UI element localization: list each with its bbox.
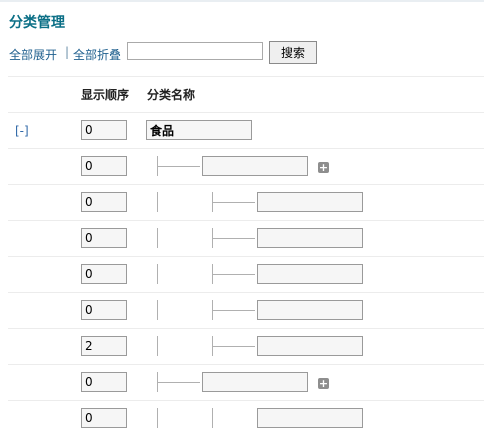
plus-icon[interactable]: + [318,162,329,173]
category-name-input[interactable] [257,336,363,356]
collapse-toggle[interactable]: [-] [15,124,29,138]
divider [8,256,484,257]
tree-connector [158,382,200,383]
tree-connector [213,310,255,311]
category-name-input[interactable] [202,372,308,392]
category-name-input[interactable] [257,264,363,284]
order-input[interactable] [81,300,127,320]
order-input[interactable] [81,264,127,284]
tree-connector [157,300,158,320]
tree-connector [157,192,158,212]
order-input[interactable] [81,336,127,356]
category-name-input[interactable] [257,300,363,320]
search-input[interactable] [127,42,263,60]
tree-connector [157,228,158,248]
order-input[interactable] [81,192,127,212]
top-border [0,0,484,2]
collapse-all-link[interactable]: 全部折叠 [73,46,121,63]
search-button[interactable]: 搜索 [269,41,317,64]
table-row: + [0,150,484,186]
table-row [0,186,484,222]
table-row [0,330,484,366]
divider [8,148,484,149]
divider [8,112,484,113]
divider [8,400,484,401]
category-name-input[interactable] [257,228,363,248]
page-title: 分类管理 [9,15,65,31]
toolbar-separator: | [65,45,70,59]
column-header-order: 显示顺序 [81,88,130,102]
tree-connector [212,408,213,428]
divider [8,76,484,77]
divider [8,328,484,329]
order-input[interactable] [81,228,127,248]
tree-connector [157,408,158,428]
order-input[interactable] [81,156,127,176]
divider [8,292,484,293]
category-name-input[interactable] [257,408,363,428]
table-row: + [0,366,484,402]
tree-connector [158,166,200,167]
tree-connector [157,336,158,356]
table-row [0,258,484,294]
category-name-input[interactable] [146,120,252,140]
table-row [0,402,484,438]
table-row [0,294,484,330]
tree-connector [157,264,158,284]
table-row: [-] [0,114,484,150]
tree-connector [213,346,255,347]
order-input[interactable] [81,372,127,392]
category-name-input[interactable] [257,192,363,212]
divider [8,220,484,221]
order-input[interactable] [81,120,127,140]
expand-all-link[interactable]: 全部展开 [9,46,57,63]
divider [8,184,484,185]
tree-connector [213,202,255,203]
plus-icon[interactable]: + [318,378,329,389]
table-row [0,222,484,258]
column-header-name: 分类名称 [147,88,196,102]
tree-connector [213,238,255,239]
divider [8,364,484,365]
category-name-input[interactable] [202,156,308,176]
tree-connector [213,274,255,275]
order-input[interactable] [81,408,127,428]
